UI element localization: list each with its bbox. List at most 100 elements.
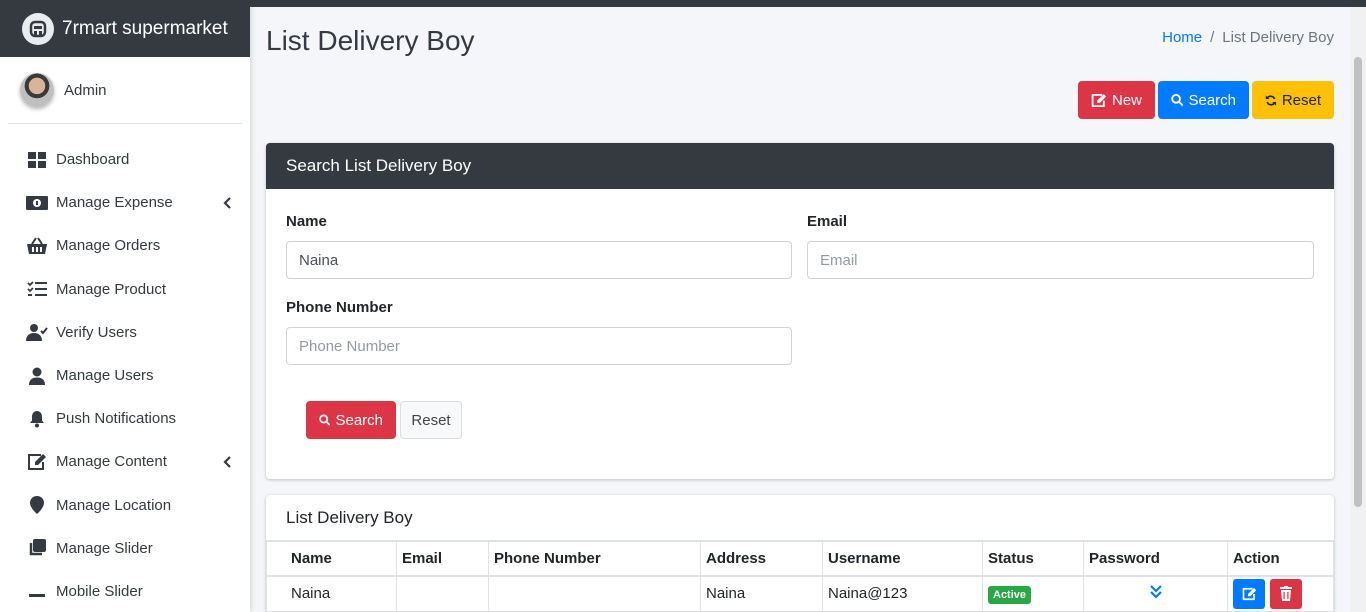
cell-name: Naina xyxy=(266,575,397,612)
cell-action xyxy=(1227,575,1334,612)
dashboard-icon xyxy=(26,150,48,170)
breadcrumb-separator: / xyxy=(1210,29,1215,46)
page-title: List Delivery Boy xyxy=(266,25,475,56)
user-icon xyxy=(26,366,48,386)
edit-icon xyxy=(26,452,48,472)
sidebar: 7rmart supermarket Admin Dashboard Manag… xyxy=(0,0,250,612)
column-header-email[interactable]: Email xyxy=(396,541,489,577)
search-card-title: Search List Delivery Boy xyxy=(266,143,1334,189)
column-header-name[interactable]: Name xyxy=(266,541,397,577)
column-header-password[interactable]: Password xyxy=(1083,541,1228,577)
phone-number-label: Phone Number xyxy=(286,299,393,316)
reset-button-label: Reset xyxy=(1281,91,1321,109)
sidebar-item-mobile-slider[interactable]: Mobile Slider xyxy=(0,570,250,612)
basket-icon xyxy=(26,236,48,256)
search-button[interactable]: Search xyxy=(1158,81,1249,119)
sidebar-item-dashboard[interactable]: Dashboard xyxy=(0,138,250,181)
new-button-label: New xyxy=(1111,91,1142,109)
scrollbar-thumb[interactable] xyxy=(1354,57,1362,507)
delivery-boy-table: Name Email Phone Number Address Username… xyxy=(266,541,1334,612)
tasks-icon xyxy=(26,279,48,299)
breadcrumb-home-link[interactable]: Home xyxy=(1162,29,1202,46)
sidebar-item-label: Manage Expense xyxy=(56,194,173,212)
map-marker-icon xyxy=(26,495,48,515)
form-reset-button[interactable]: Reset xyxy=(400,401,462,439)
cell-address: Naina xyxy=(700,575,823,612)
sidebar-item-verify-users[interactable]: Verify Users xyxy=(0,311,250,354)
sidebar-item-label: Manage Users xyxy=(56,367,154,385)
sync-icon xyxy=(1265,94,1277,106)
edit-row-button[interactable] xyxy=(1233,579,1265,609)
money-icon xyxy=(26,193,48,213)
column-header-username[interactable]: Username xyxy=(822,541,983,577)
cell-password xyxy=(1083,575,1228,612)
edit-icon xyxy=(1242,587,1256,601)
list-card: List Delivery Boy Name Email Phone Numbe… xyxy=(266,495,1334,612)
cell-status: Active xyxy=(982,575,1084,612)
edit-icon xyxy=(1091,93,1107,107)
sidebar-item-label: Push Notifications xyxy=(56,410,177,428)
sidebar-item-label: Manage Orders xyxy=(56,237,161,255)
search-button-label: Search xyxy=(1188,91,1236,109)
user-check-icon xyxy=(26,322,48,342)
angle-double-down-icon[interactable] xyxy=(1149,584,1162,603)
chevron-left-icon xyxy=(222,196,232,210)
search-icon xyxy=(1171,93,1184,107)
avatar xyxy=(20,73,54,107)
trash-icon xyxy=(1280,586,1293,601)
list-card-title: List Delivery Boy xyxy=(266,495,1334,541)
sidebar-item-manage-product[interactable]: Manage Product xyxy=(0,268,250,311)
name-input[interactable] xyxy=(286,241,792,279)
cell-email xyxy=(396,575,489,612)
top-navbar xyxy=(250,0,1366,7)
sidebar-item-label: Manage Product xyxy=(56,280,167,298)
sidebar-item-manage-location[interactable]: Manage Location xyxy=(0,484,250,527)
sidebar-item-manage-orders[interactable]: Manage Orders xyxy=(0,224,250,267)
sidebar-nav: Dashboard Manage Expense Manage Orders M… xyxy=(0,124,250,612)
name-label: Name xyxy=(286,213,327,230)
sidebar-item-manage-slider[interactable]: Manage Slider xyxy=(0,527,250,570)
user-panel[interactable]: Admin xyxy=(8,57,242,124)
clone-icon xyxy=(26,538,48,558)
column-header-status[interactable]: Status xyxy=(982,541,1084,577)
brand-link[interactable]: 7rmart supermarket xyxy=(0,0,250,57)
email-input[interactable] xyxy=(807,241,1314,279)
breadcrumb-current: List Delivery Boy xyxy=(1222,29,1334,46)
search-icon xyxy=(319,414,331,426)
cell-phone xyxy=(488,575,701,612)
brand-name: 7rmart supermarket xyxy=(62,17,228,39)
sidebar-item-label: Verify Users xyxy=(56,323,137,341)
column-header-address[interactable]: Address xyxy=(700,541,823,577)
email-label: Email xyxy=(807,213,848,230)
user-name: Admin xyxy=(64,81,107,99)
form-reset-label: Reset xyxy=(411,411,451,429)
sidebar-item-manage-users[interactable]: Manage Users xyxy=(0,354,250,397)
reset-button[interactable]: Reset xyxy=(1252,81,1334,119)
cell-username: Naina@123 xyxy=(822,575,983,612)
table-row: Naina Naina Naina@123 Active xyxy=(266,575,1334,612)
sidebar-item-manage-content[interactable]: Manage Content xyxy=(0,440,250,483)
search-card: Search List Delivery Boy Name Email Phon… xyxy=(266,143,1334,479)
sidebar-item-push-notifications[interactable]: Push Notifications xyxy=(0,397,250,440)
sidebar-item-manage-expense[interactable]: Manage Expense xyxy=(0,181,250,224)
search-submit-label: Search xyxy=(335,411,383,429)
column-header-phone-number[interactable]: Phone Number xyxy=(488,541,701,577)
page-scrollbar[interactable] xyxy=(1350,7,1366,612)
sidebar-item-label: Manage Slider xyxy=(56,539,153,557)
page-toolbar: New Search Reset xyxy=(1078,81,1334,119)
minus-icon xyxy=(26,581,48,601)
status-badge[interactable]: Active xyxy=(988,586,1032,605)
sidebar-item-label: Manage Content xyxy=(56,453,167,471)
phone-number-input[interactable] xyxy=(286,327,792,365)
bell-icon xyxy=(26,409,48,429)
delete-row-button[interactable] xyxy=(1270,578,1303,609)
sidebar-item-label: Dashboard xyxy=(56,151,130,169)
column-header-action: Action xyxy=(1227,541,1334,577)
breadcrumb: Home / List Delivery Boy xyxy=(1162,29,1334,46)
chevron-left-icon xyxy=(222,455,232,469)
search-submit-button[interactable]: Search xyxy=(306,401,396,439)
new-button[interactable]: New xyxy=(1078,81,1155,119)
table-header-row: Name Email Phone Number Address Username… xyxy=(266,541,1334,577)
sidebar-item-label: Manage Location xyxy=(56,496,172,514)
sidebar-item-label: Mobile Slider xyxy=(56,582,143,600)
